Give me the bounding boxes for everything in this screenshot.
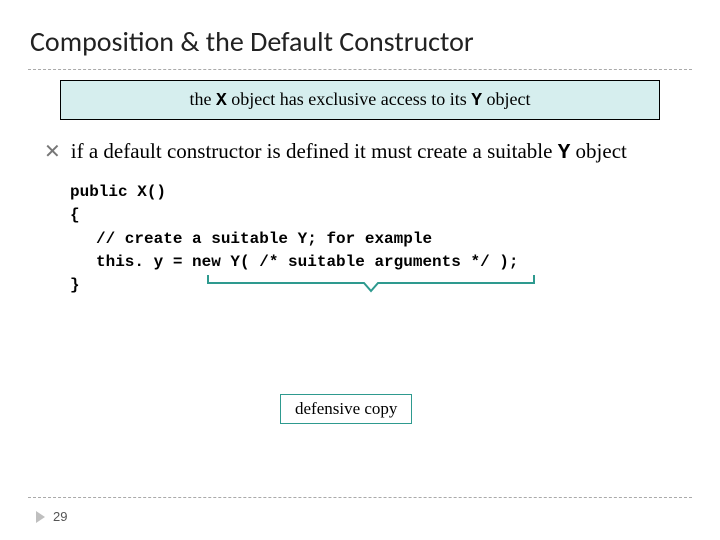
bullet-item: ✕ if a default constructor is defined it… [44,138,676,167]
code-line-3: // create a suitable Y; for example [70,228,676,251]
bullet-icon: ✕ [44,138,61,164]
footer: 29 [36,509,67,524]
bullet-code-y: Y [558,142,571,165]
callout-code-x: X [216,91,227,111]
callout-box: the X object has exclusive access to its… [60,80,660,120]
bullet-text: if a default constructor is defined it m… [71,138,627,167]
title-divider [28,69,692,70]
page-number: 29 [53,509,67,524]
code-line-1: public X() [70,181,676,204]
code-block: public X() { // create a suitable Y; for… [70,181,676,297]
bullet-pre: if a default constructor is defined it m… [71,139,558,163]
callout-code-y: Y [471,91,482,111]
bracket-annotation [206,273,536,295]
code-line-4: this. y = new Y( /* suitable arguments *… [70,251,676,274]
code-line-2: { [70,204,676,227]
callout-text-post: object [482,89,530,109]
callout-text-pre: the [189,89,216,109]
callout-text-mid: object has exclusive access to its [227,89,471,109]
triangle-icon [36,511,45,523]
footer-divider [28,497,692,498]
bullet-post: object [570,139,627,163]
slide-title: Composition & the Default Constructor [0,0,720,69]
annotation-label: defensive copy [280,394,412,424]
